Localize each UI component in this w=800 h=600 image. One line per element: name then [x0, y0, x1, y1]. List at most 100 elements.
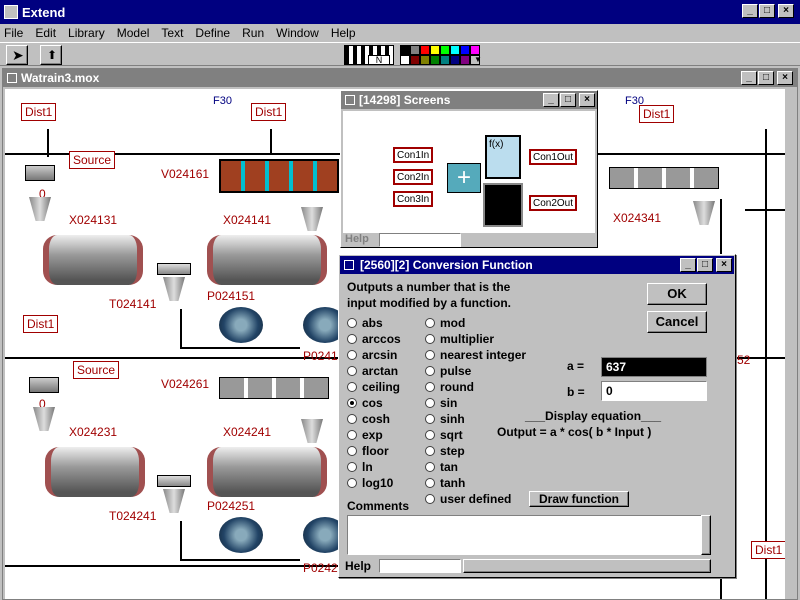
pattern-selector[interactable]: N — [368, 55, 390, 65]
splitter-block[interactable] — [157, 475, 191, 487]
dist1-block-label[interactable]: Dist1 — [21, 103, 57, 121]
palette-swatch[interactable] — [460, 55, 470, 65]
menu-define[interactable]: Define — [195, 26, 230, 40]
radio-button-icon[interactable] — [425, 334, 435, 344]
pointer-tool-button[interactable]: ➤ — [6, 45, 28, 65]
screens-minimize-button[interactable]: _ — [543, 93, 559, 107]
radio-button-icon[interactable] — [347, 462, 357, 472]
function-radio-step[interactable]: step — [425, 443, 526, 459]
function-block[interactable]: f(x) — [485, 135, 521, 179]
radio-button-icon[interactable] — [425, 366, 435, 376]
radio-button-icon[interactable] — [425, 350, 435, 360]
source-block[interactable] — [25, 165, 55, 181]
source-block[interactable] — [29, 377, 59, 393]
function-radio-log10[interactable]: log10 — [347, 475, 401, 491]
valve-hopper-row[interactable] — [219, 159, 339, 193]
dialog-close-button[interactable]: × — [716, 258, 732, 272]
function-radio-ln[interactable]: ln — [347, 459, 401, 475]
dist1-block-label[interactable]: Dist1 — [639, 105, 675, 123]
radio-button-icon[interactable] — [425, 462, 435, 472]
palette-swatch[interactable] — [450, 55, 460, 65]
b-input[interactable]: 0 — [601, 381, 707, 401]
function-radio-pulse[interactable]: pulse — [425, 363, 526, 379]
cancel-button[interactable]: Cancel — [647, 311, 707, 333]
hopper-row[interactable] — [219, 377, 329, 399]
add-block[interactable]: + — [447, 163, 481, 193]
function-radio-user-defined[interactable]: user defined — [425, 491, 526, 507]
pump-icon[interactable] — [219, 517, 263, 553]
radio-button-icon[interactable] — [347, 446, 357, 456]
menu-text[interactable]: Text — [161, 26, 183, 40]
palette-swatch[interactable] — [430, 55, 440, 65]
function-radio-tanh[interactable]: tanh — [425, 475, 526, 491]
screens-maximize-button[interactable]: □ — [560, 93, 576, 107]
palette-swatch[interactable] — [430, 45, 440, 55]
palette-swatch[interactable] — [440, 55, 450, 65]
radio-button-icon[interactable] — [347, 430, 357, 440]
a-input[interactable]: 637 — [601, 357, 707, 377]
source-label[interactable]: Source — [73, 361, 120, 379]
dialog-hscroll[interactable] — [463, 559, 711, 573]
function-radio-tan[interactable]: tan — [425, 459, 526, 475]
comments-textarea[interactable] — [347, 515, 711, 555]
splitter-block[interactable] — [157, 263, 191, 275]
screens-help-button[interactable]: Help — [343, 233, 377, 247]
radio-button-icon[interactable] — [425, 398, 435, 408]
radio-button-icon[interactable] — [347, 366, 357, 376]
radio-button-icon[interactable] — [347, 350, 357, 360]
function-radio-sin[interactable]: sin — [425, 395, 526, 411]
palette-swatch[interactable] — [400, 45, 410, 55]
dist1-block-label[interactable]: Dist1 — [251, 103, 287, 121]
function-radio-floor[interactable]: floor — [347, 443, 401, 459]
maximize-button[interactable]: □ — [759, 4, 775, 18]
function-radio-exp[interactable]: exp — [347, 427, 401, 443]
cursor-tool-button[interactable]: ⬆ — [40, 45, 62, 65]
function-radio-round[interactable]: round — [425, 379, 526, 395]
function-radio-arcsin[interactable]: arcsin — [347, 347, 401, 363]
con1out-connector[interactable]: Con1Out — [529, 149, 577, 165]
radio-button-icon[interactable] — [425, 446, 435, 456]
function-radio-arccos[interactable]: arccos — [347, 331, 401, 347]
radio-button-icon[interactable] — [347, 398, 357, 408]
radio-button-icon[interactable] — [425, 430, 435, 440]
menu-window[interactable]: Window — [276, 26, 319, 40]
radio-button-icon[interactable] — [425, 382, 435, 392]
radio-button-icon[interactable] — [347, 478, 357, 488]
model-minimize-button[interactable]: _ — [741, 71, 757, 85]
palette-swatch[interactable] — [450, 45, 460, 55]
minimize-button[interactable]: _ — [742, 4, 758, 18]
menu-run[interactable]: Run — [242, 26, 264, 40]
dist1-block-label[interactable]: Dist1 — [751, 541, 785, 559]
con1in-connector[interactable]: Con1In — [393, 147, 433, 163]
radio-button-icon[interactable] — [347, 414, 357, 424]
screens-canvas[interactable]: Con1In Con2In Con3In + f(x) Con1Out Con2… — [343, 111, 595, 233]
function-radio-ceiling[interactable]: ceiling — [347, 379, 401, 395]
radio-button-icon[interactable] — [425, 478, 435, 488]
radio-button-icon[interactable] — [425, 494, 435, 504]
palette-swatch[interactable] — [470, 45, 480, 55]
function-radio-abs[interactable]: abs — [347, 315, 401, 331]
palette-swatch[interactable] — [410, 55, 420, 65]
palette-swatch[interactable] — [440, 45, 450, 55]
radio-button-icon[interactable] — [347, 318, 357, 328]
comments-scrollbar[interactable] — [701, 515, 711, 555]
ok-button[interactable]: OK — [647, 283, 707, 305]
menu-library[interactable]: Library — [68, 26, 105, 40]
color-palette[interactable] — [400, 45, 480, 65]
plot-block[interactable] — [483, 183, 523, 227]
function-radio-mod[interactable]: mod — [425, 315, 526, 331]
mill-tank[interactable] — [45, 447, 145, 497]
function-radio-cos[interactable]: cos — [347, 395, 401, 411]
function-radio-nearest-integer[interactable]: nearest integer — [425, 347, 526, 363]
menu-edit[interactable]: Edit — [35, 26, 56, 40]
dialog-help-button[interactable]: Help — [345, 559, 377, 573]
model-close-button[interactable]: × — [777, 71, 793, 85]
palette-swatch[interactable] — [420, 55, 430, 65]
function-radio-arctan[interactable]: arctan — [347, 363, 401, 379]
palette-swatch[interactable] — [410, 45, 420, 55]
source-label[interactable]: Source — [69, 151, 116, 169]
con3in-connector[interactable]: Con3In — [393, 191, 433, 207]
pump-icon[interactable] — [219, 307, 263, 343]
con2out-connector[interactable]: Con2Out — [529, 195, 577, 211]
palette-swatch[interactable] — [400, 55, 410, 65]
